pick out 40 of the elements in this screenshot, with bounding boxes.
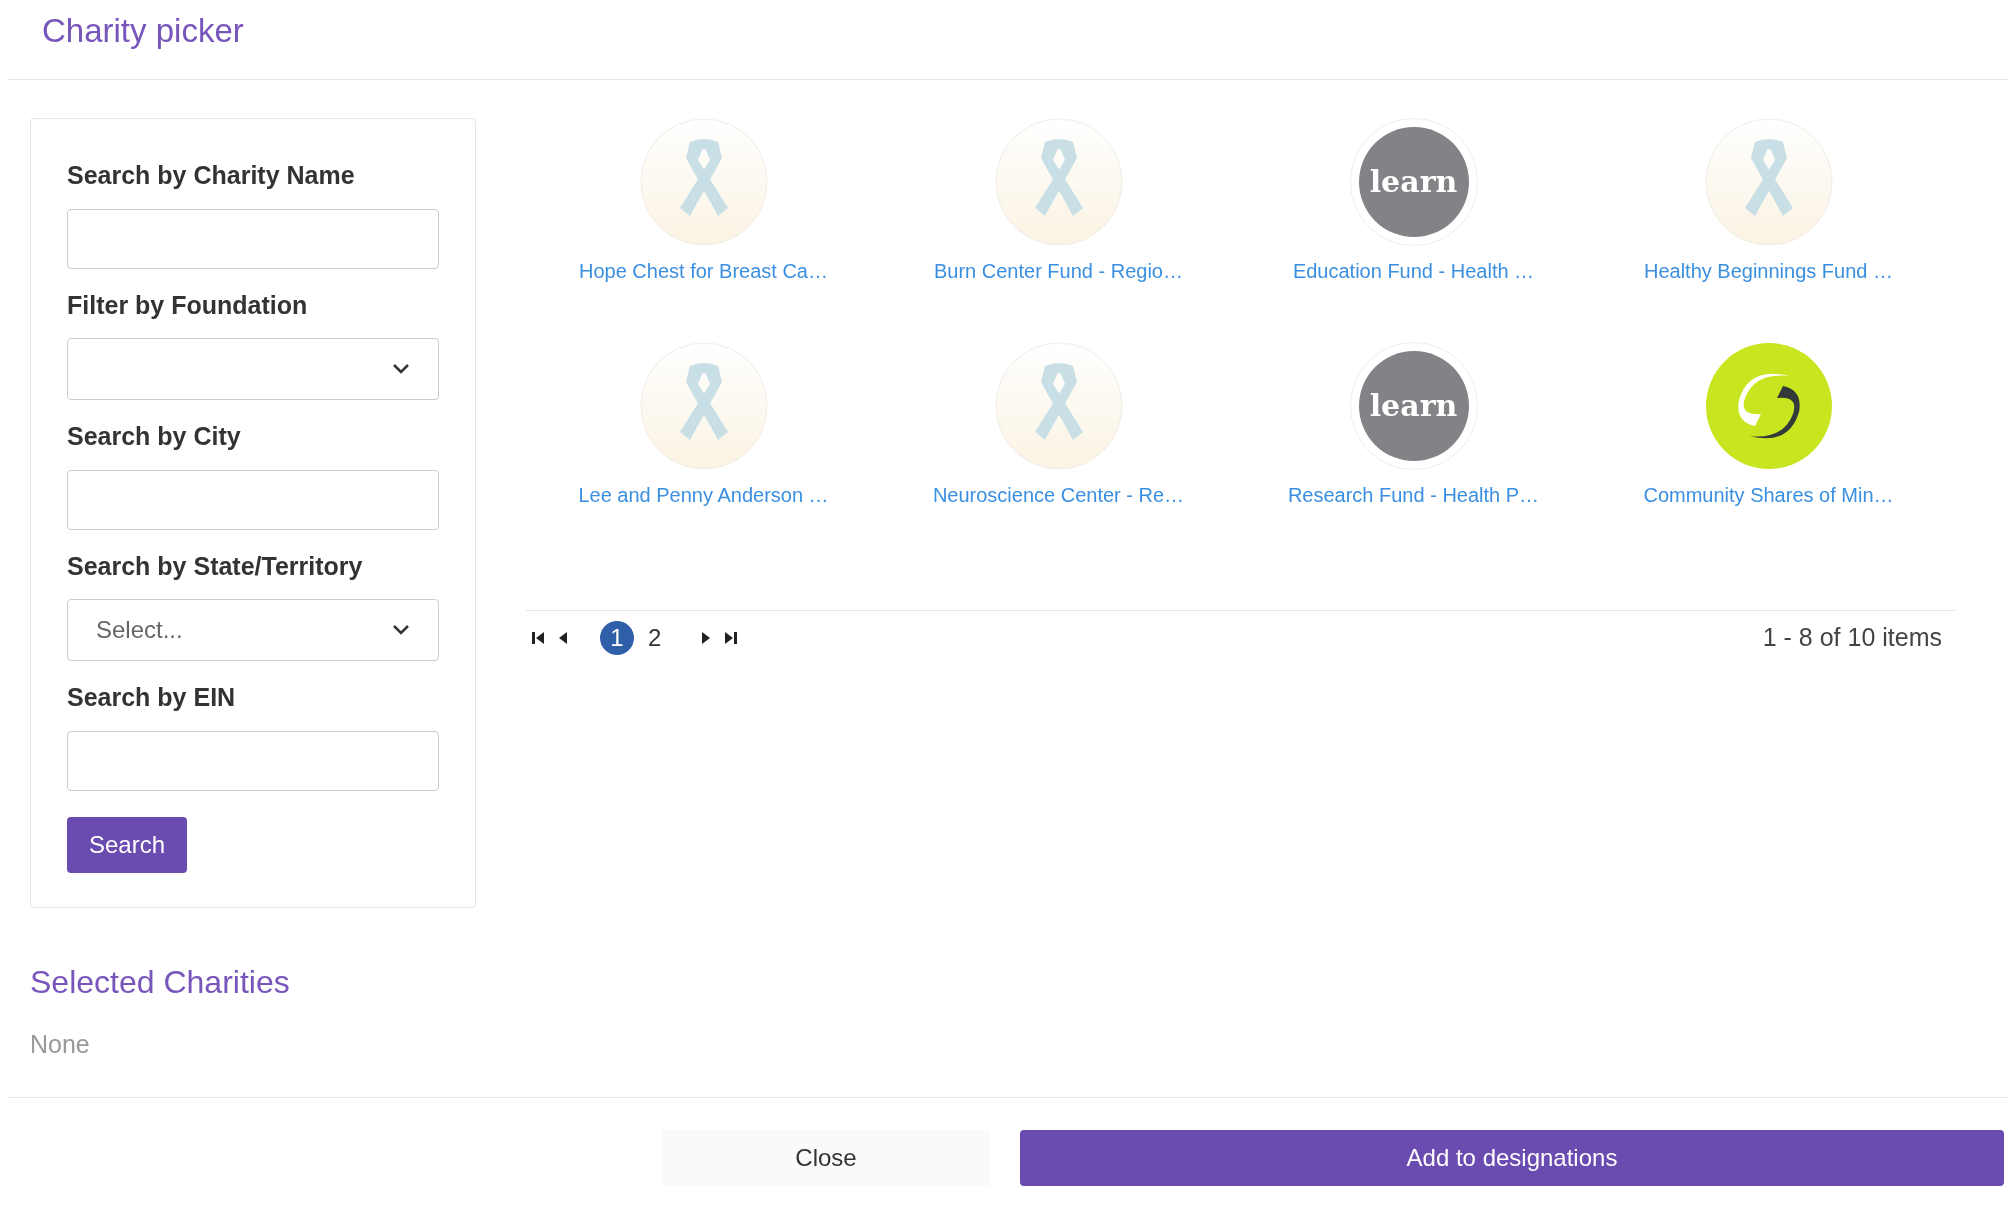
page-button[interactable]: 1 xyxy=(600,620,634,655)
charity-link[interactable]: Healthy Beginnings Fund … xyxy=(1643,256,1893,286)
search-button[interactable]: Search xyxy=(67,816,188,873)
page-button[interactable]: 2 xyxy=(648,619,662,656)
text-field[interactable] xyxy=(67,730,439,791)
filter-label: Filter by Foundation xyxy=(67,289,309,321)
chevron-down-icon xyxy=(392,363,410,375)
filter-label: Search by City xyxy=(67,421,242,452)
close-button[interactable]: Close xyxy=(662,1130,990,1186)
ribbon-logo-icon xyxy=(994,118,1123,246)
section-title: Selected Charities xyxy=(30,962,291,1002)
charity-link[interactable]: Burn Center Fund - Regio… xyxy=(934,256,1183,286)
last-page-icon[interactable] xyxy=(723,629,740,646)
ribbon-logo-icon xyxy=(1704,118,1833,246)
ribbon-logo-icon xyxy=(994,342,1123,470)
empty-text: None xyxy=(30,1028,91,1060)
ribbon-logo-icon xyxy=(639,118,768,246)
first-page-icon[interactable] xyxy=(530,629,546,646)
filter-label: Search by Charity Name xyxy=(67,160,356,191)
charity-link[interactable]: Community Shares of Min… xyxy=(1643,480,1894,510)
charity-link[interactable]: Hope Chest for Breast Ca… xyxy=(579,256,828,286)
text-field[interactable] xyxy=(67,208,439,269)
add-to-designations-button[interactable]: Add to designations xyxy=(1020,1130,2004,1186)
dropdown-value: Select... xyxy=(96,615,183,645)
ribbon-logo-icon xyxy=(639,342,768,470)
text-field[interactable] xyxy=(67,469,439,530)
filter-label: Search by EIN xyxy=(67,682,237,713)
pagination-summary: 1 - 8 of 10 items xyxy=(1762,622,1942,653)
swirl-logo-icon xyxy=(1704,342,1833,470)
dropdown-field[interactable]: Select... xyxy=(67,599,439,661)
charity-link[interactable]: Research Fund - Health P… xyxy=(1287,480,1540,510)
logo-text: learn xyxy=(1369,167,1458,197)
dialog-title: Charity picker xyxy=(41,11,244,51)
charity-link[interactable]: Neuroscience Center - Re… xyxy=(932,480,1185,510)
chevron-down-icon xyxy=(392,624,410,636)
dropdown-field[interactable] xyxy=(67,338,439,400)
charity-link[interactable]: Education Fund - Health … xyxy=(1292,256,1535,286)
logo-text: learn xyxy=(1369,391,1458,421)
filter-label: Search by State/Territory xyxy=(67,550,364,582)
charity-link[interactable]: Lee and Penny Anderson … xyxy=(578,480,829,510)
